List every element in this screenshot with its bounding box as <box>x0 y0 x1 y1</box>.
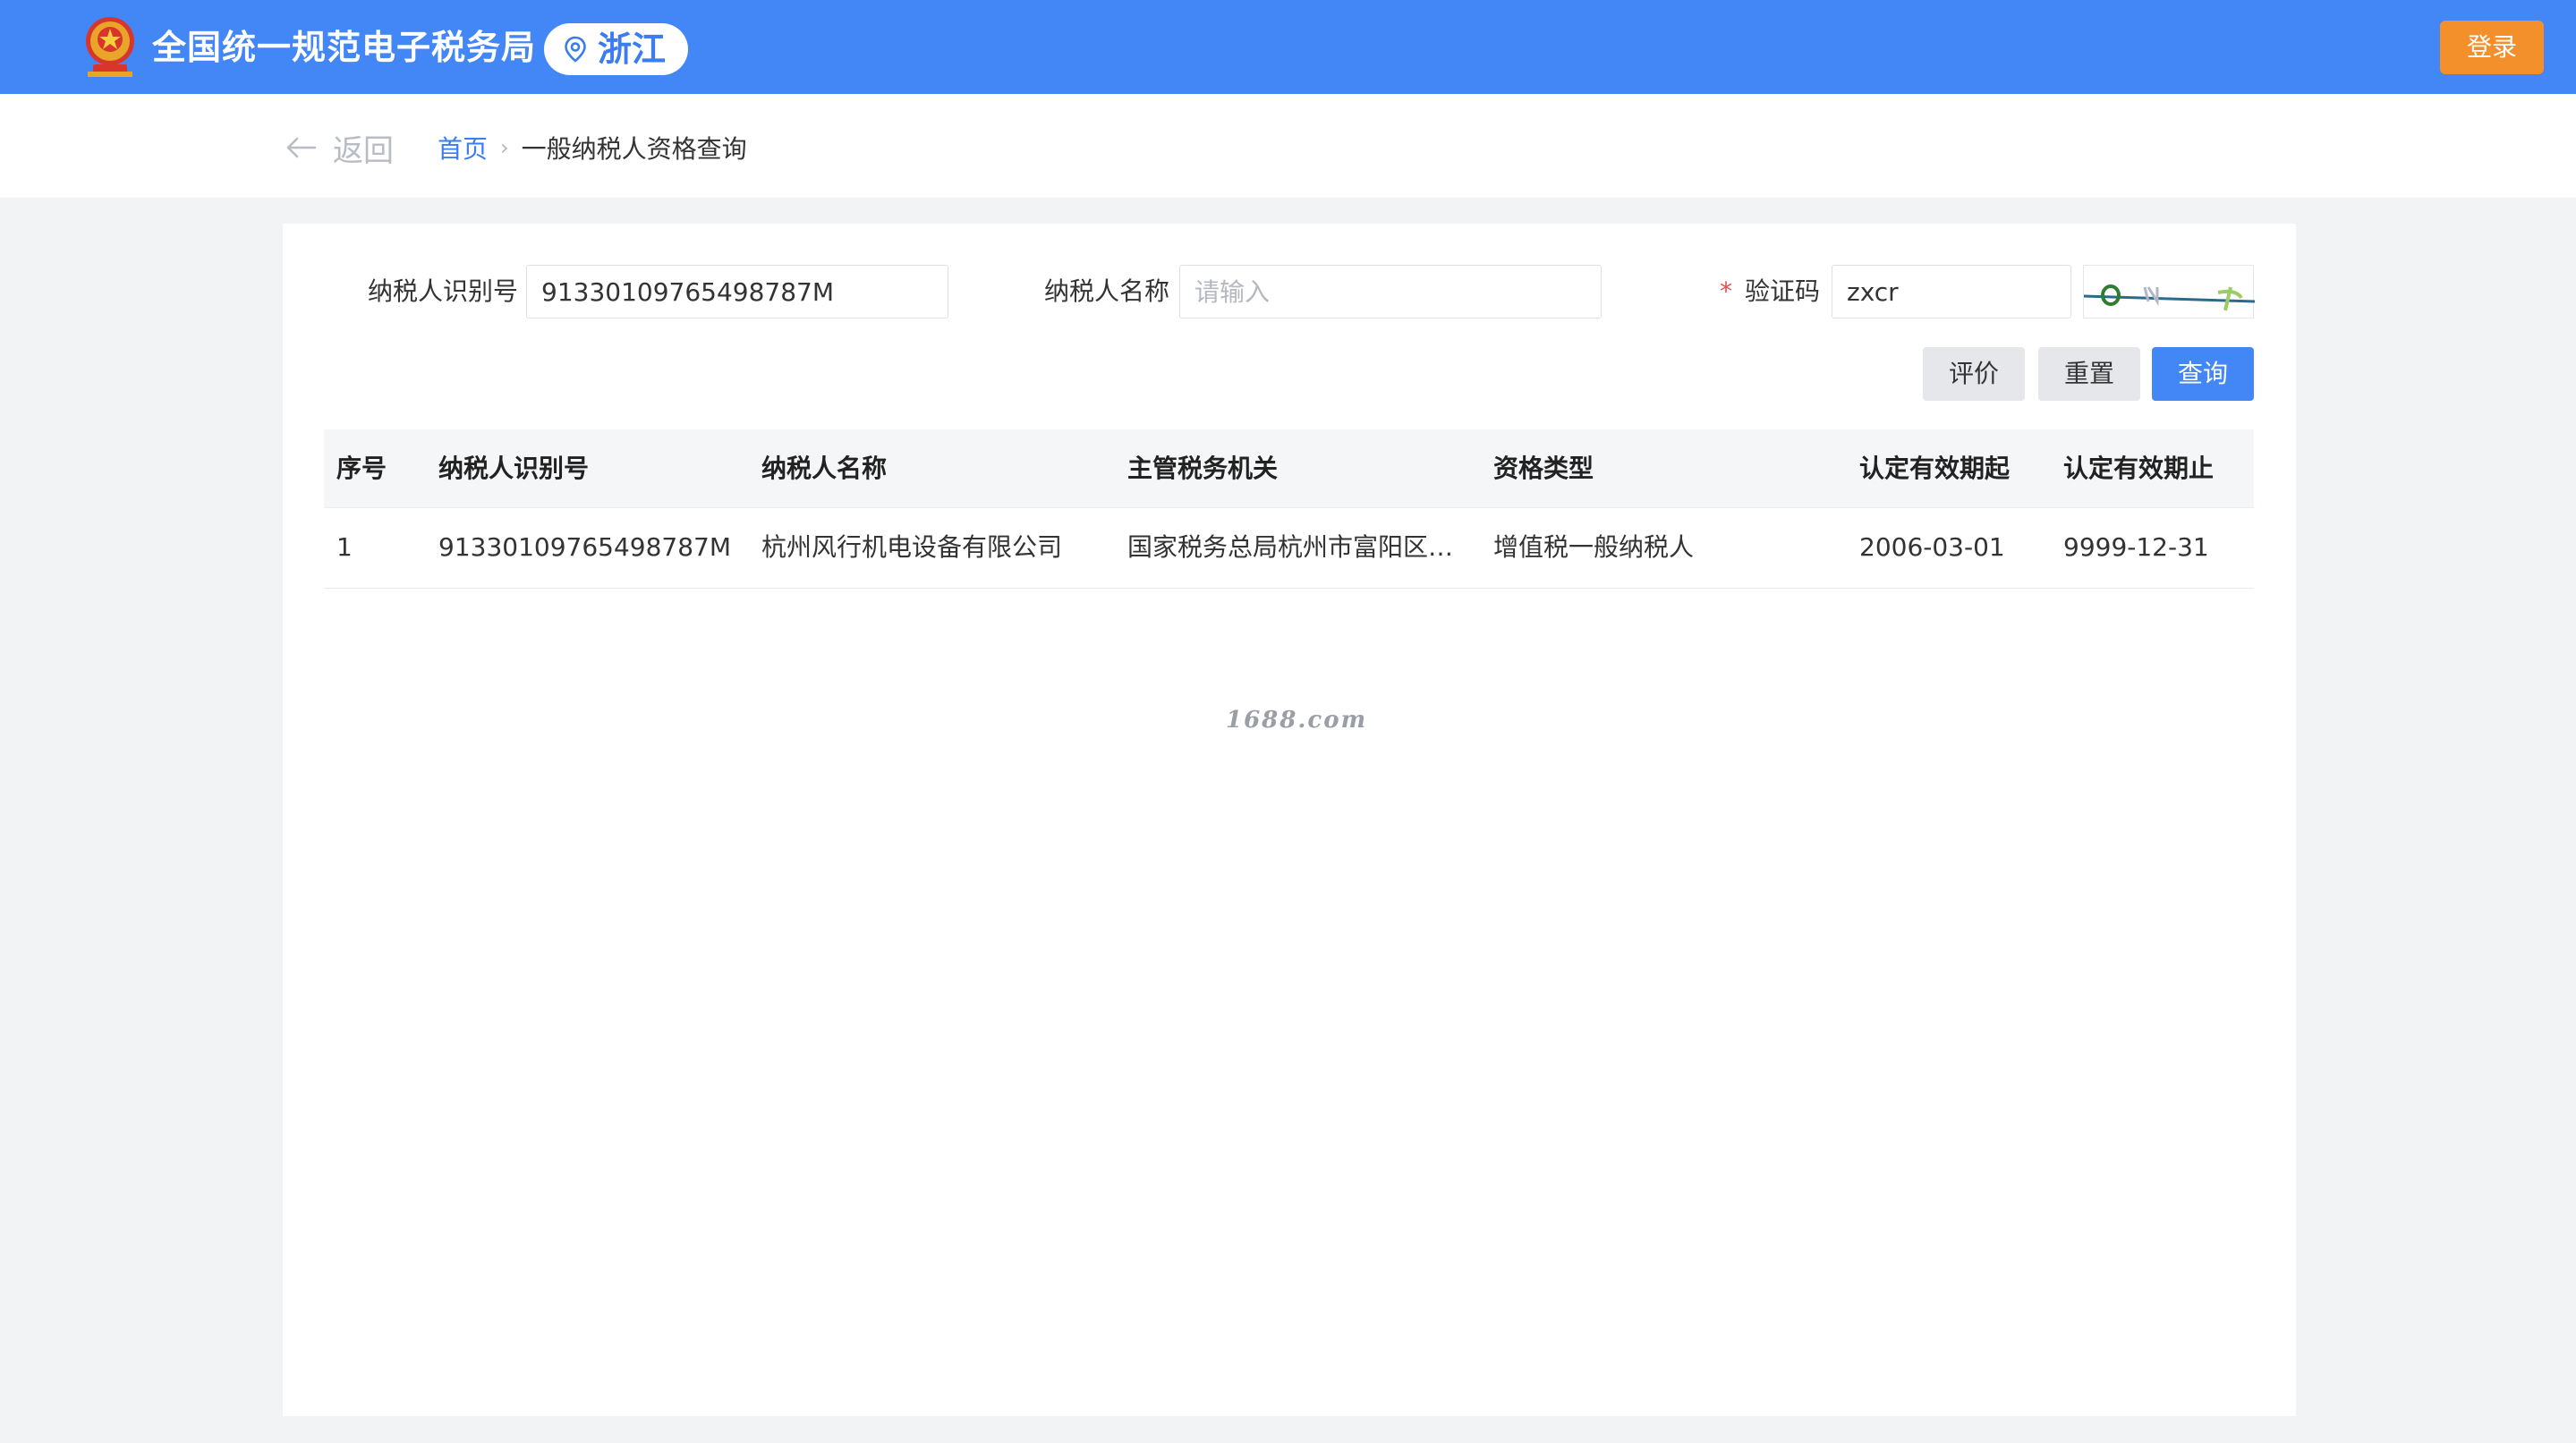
taxpayer-name-input[interactable] <box>1179 265 1602 318</box>
captcha-glyphs-icon <box>2083 284 2256 311</box>
cell-index: 1 <box>336 532 353 562</box>
captcha-image[interactable] <box>2083 265 2256 318</box>
location-pin-icon <box>565 36 586 63</box>
required-mark: * <box>1720 276 1732 306</box>
login-button[interactable]: 登录 <box>2440 21 2544 74</box>
region-name: 浙江 <box>598 30 667 69</box>
chevron-right-icon: › <box>500 135 509 160</box>
column-header-valid-from: 认定有效期起 <box>1859 454 2011 483</box>
back-label: 返回 <box>333 132 394 169</box>
cell-qualification-type: 增值税一般纳税人 <box>1493 532 1695 562</box>
reset-button[interactable]: 重置 <box>2038 347 2140 401</box>
captcha-label: * 验证码 <box>1720 265 1820 318</box>
site-title: 全国统一规范电子税务局 <box>152 28 537 67</box>
taxpayer-id-input[interactable] <box>526 265 948 318</box>
cell-valid-from: 2006-03-01 <box>1859 532 2005 562</box>
table-row[interactable]: 1 91330109765498787M 杭州风行机电设备有限公司 国家税务总局… <box>324 508 2254 589</box>
column-header-index: 序号 <box>336 454 387 483</box>
back-button[interactable]: 返回 <box>285 125 394 170</box>
breadcrumb-current: 一般纳税人资格查询 <box>521 134 747 164</box>
national-emblem-icon <box>86 17 134 77</box>
evaluate-button[interactable]: 评价 <box>1923 347 2025 401</box>
watermark-text: 1688.com <box>1226 707 1368 734</box>
column-header-taxpayer-name: 纳税人名称 <box>761 454 888 483</box>
cell-taxpayer-name: 杭州风行机电设备有限公司 <box>761 532 1063 562</box>
breadcrumb-home-link[interactable]: 首页 <box>438 130 488 166</box>
region-selector[interactable]: 浙江 <box>544 23 688 75</box>
cell-tax-authority: 国家税务总局杭州市富阳区税... <box>1127 532 1476 562</box>
cell-valid-to: 9999-12-31 <box>2063 532 2209 562</box>
table-header: 序号 纳税人识别号 纳税人名称 主管税务机关 资格类型 认定有效期起 认定有效期… <box>324 429 2254 508</box>
taxpayer-id-label: 纳税人识别号 <box>368 276 519 306</box>
arrow-left-icon <box>286 137 317 158</box>
query-button[interactable]: 查询 <box>2152 347 2254 401</box>
column-header-valid-to: 认定有效期止 <box>2063 454 2215 483</box>
breadcrumb: 首页 › 一般纳税人资格查询 <box>438 128 747 167</box>
captcha-input[interactable] <box>1832 265 2071 318</box>
query-card <box>283 224 2296 1416</box>
column-header-qualification-type: 资格类型 <box>1493 454 1594 483</box>
taxpayer-name-label: 纳税人名称 <box>1044 276 1170 306</box>
captcha-label-text: 验证码 <box>1745 276 1821 306</box>
column-header-taxpayer-id: 纳税人识别号 <box>438 454 590 483</box>
results-table: 序号 纳税人识别号 纳税人名称 主管税务机关 资格类型 认定有效期起 认定有效期… <box>324 429 2254 589</box>
column-header-tax-authority: 主管税务机关 <box>1127 454 1279 483</box>
top-header: 全国统一规范电子税务局 浙江 登录 <box>0 0 2576 94</box>
cell-taxpayer-id: 91330109765498787M <box>438 532 732 562</box>
